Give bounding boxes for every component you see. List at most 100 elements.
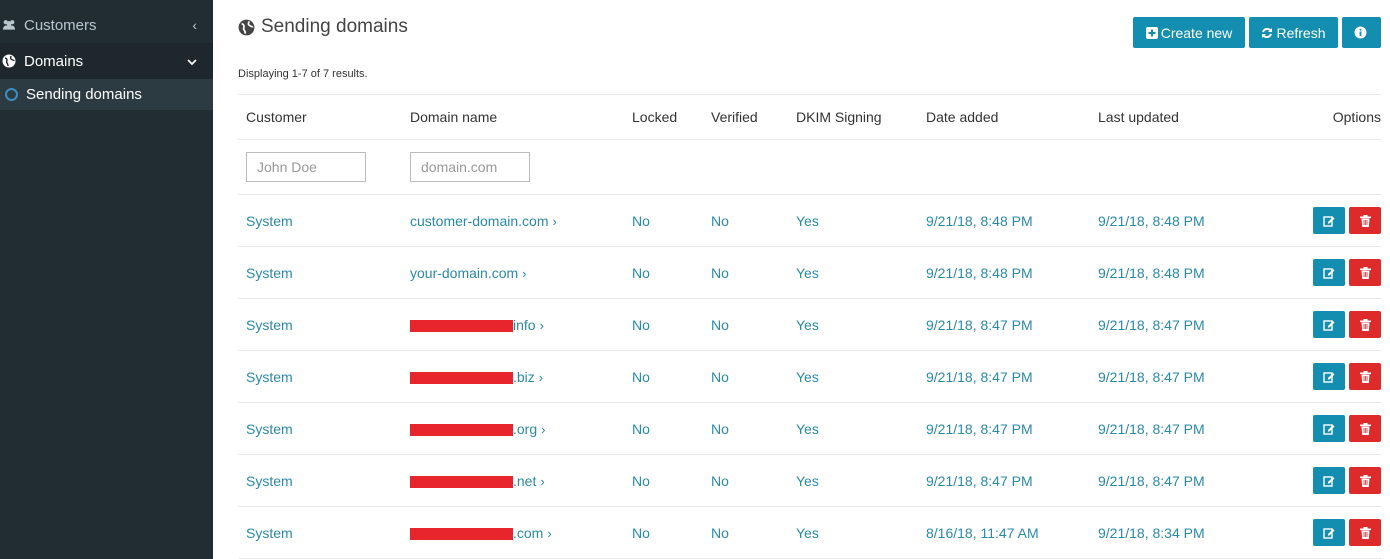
edit-icon (1323, 319, 1335, 331)
domain-link[interactable]: info › (410, 317, 544, 333)
customer-link[interactable]: System (246, 421, 293, 437)
column-header-last-updated[interactable]: Last updated (1098, 94, 1270, 140)
customer-filter-input[interactable] (246, 152, 366, 182)
chevron-right-icon: › (539, 317, 544, 333)
last-updated-value[interactable]: 9/21/18, 8:34 PM (1098, 525, 1205, 541)
column-header-verified[interactable]: Verified (711, 94, 796, 140)
locked-value[interactable]: No (632, 265, 650, 281)
verified-value[interactable]: No (711, 213, 729, 229)
domain-link[interactable]: customer-domain.com › (410, 213, 557, 229)
delete-button[interactable] (1349, 311, 1381, 338)
dkim-value[interactable]: Yes (796, 213, 819, 229)
create-new-button[interactable]: Create new (1133, 17, 1245, 48)
sidebar-item-sending-domains[interactable]: Sending domains (0, 79, 213, 110)
edit-button[interactable] (1313, 519, 1345, 546)
trash-icon (1359, 526, 1371, 539)
domain-name: your-domain.com (410, 264, 519, 281)
domain-link[interactable]: .net › (410, 473, 545, 489)
users-icon (2, 18, 16, 32)
dkim-value[interactable]: Yes (796, 421, 819, 437)
date-added-value[interactable]: 9/21/18, 8:47 PM (926, 317, 1033, 333)
edit-button[interactable] (1313, 207, 1345, 234)
locked-value[interactable]: No (632, 369, 650, 385)
last-updated-value[interactable]: 9/21/18, 8:47 PM (1098, 369, 1205, 385)
dkim-value[interactable]: Yes (796, 265, 819, 281)
refresh-button[interactable]: Refresh (1249, 17, 1338, 48)
edit-button[interactable] (1313, 259, 1345, 286)
domain-link[interactable]: your-domain.com › (410, 265, 527, 281)
customer-link[interactable]: System (246, 213, 293, 229)
verified-value[interactable]: No (711, 369, 729, 385)
globe-icon (238, 19, 255, 35)
locked-value[interactable]: No (632, 317, 650, 333)
last-updated-value[interactable]: 9/21/18, 8:48 PM (1098, 213, 1205, 229)
last-updated-value[interactable]: 9/21/18, 8:47 PM (1098, 317, 1205, 333)
redaction-bar (410, 527, 513, 540)
edit-button[interactable] (1313, 363, 1345, 390)
locked-value[interactable]: No (632, 473, 650, 489)
create-new-label: Create new (1160, 24, 1233, 41)
delete-button[interactable] (1349, 519, 1381, 546)
dkim-value[interactable]: Yes (796, 525, 819, 541)
locked-value[interactable]: No (632, 525, 650, 541)
dkim-value[interactable]: Yes (796, 317, 819, 333)
customer-link[interactable]: System (246, 369, 293, 385)
customer-link[interactable]: System (246, 265, 293, 281)
column-header-domain[interactable]: Domain name (410, 94, 632, 140)
verified-value[interactable]: No (711, 317, 729, 333)
verified-value[interactable]: No (711, 265, 729, 281)
column-header-dkim[interactable]: DKIM Signing (796, 94, 926, 140)
date-added-value[interactable]: 9/21/18, 8:48 PM (926, 265, 1033, 281)
last-updated-value[interactable]: 9/21/18, 8:48 PM (1098, 265, 1205, 281)
customer-link[interactable]: System (246, 473, 293, 489)
customer-link[interactable]: System (246, 317, 293, 333)
column-header-date-added[interactable]: Date added (926, 94, 1098, 140)
customer-link[interactable]: System (246, 525, 293, 541)
sidebar-item-customers[interactable]: Customers ‹ (0, 7, 213, 43)
refresh-label: Refresh (1276, 24, 1326, 41)
verified-value[interactable]: No (711, 421, 729, 437)
date-added-value[interactable]: 8/16/18, 11:47 AM (926, 525, 1039, 541)
edit-button[interactable] (1313, 311, 1345, 338)
last-updated-value[interactable]: 9/21/18, 8:47 PM (1098, 473, 1205, 489)
dkim-value[interactable]: Yes (796, 473, 819, 489)
chevron-right-icon: › (541, 421, 546, 437)
delete-button[interactable] (1349, 415, 1381, 442)
date-added-value[interactable]: 9/21/18, 8:48 PM (926, 213, 1033, 229)
delete-button[interactable] (1349, 363, 1381, 390)
redaction-bar (410, 371, 513, 384)
domain-link[interactable]: .org › (410, 421, 545, 437)
column-header-options: Options (1270, 94, 1381, 140)
domain-link[interactable]: .biz › (410, 369, 543, 385)
chevron-down-icon (187, 53, 197, 69)
edit-icon (1323, 371, 1335, 383)
dkim-value[interactable]: Yes (796, 369, 819, 385)
domain-name: .biz (513, 368, 535, 385)
verified-value[interactable]: No (711, 525, 729, 541)
domain-link[interactable]: .com › (410, 525, 552, 541)
filter-row (238, 139, 1381, 195)
sidebar-item-label: Customers (24, 16, 97, 34)
edit-button[interactable] (1313, 467, 1345, 494)
info-button[interactable] (1342, 17, 1381, 48)
delete-button[interactable] (1349, 207, 1381, 234)
trash-icon (1359, 422, 1371, 435)
domain-filter-input[interactable] (410, 152, 530, 182)
delete-button[interactable] (1349, 259, 1381, 286)
sidebar-item-domains[interactable]: Domains (0, 43, 213, 79)
date-added-value[interactable]: 9/21/18, 8:47 PM (926, 473, 1033, 489)
verified-value[interactable]: No (711, 473, 729, 489)
table-row: System .com › No No Yes 8/16/18, 11:47 AM 9/21/… (238, 506, 1381, 559)
circle-icon (5, 88, 18, 101)
column-header-locked[interactable]: Locked (632, 94, 711, 140)
date-added-value[interactable]: 9/21/18, 8:47 PM (926, 421, 1033, 437)
sidebar: Customers ‹ Domains Sending domains (0, 0, 213, 559)
edit-button[interactable] (1313, 415, 1345, 442)
date-added-value[interactable]: 9/21/18, 8:47 PM (926, 369, 1033, 385)
locked-value[interactable]: No (632, 213, 650, 229)
delete-button[interactable] (1349, 467, 1381, 494)
sidebar-item-label: Domains (24, 52, 84, 70)
column-header-customer[interactable]: Customer (238, 94, 410, 140)
locked-value[interactable]: No (632, 421, 650, 437)
last-updated-value[interactable]: 9/21/18, 8:47 PM (1098, 421, 1205, 437)
